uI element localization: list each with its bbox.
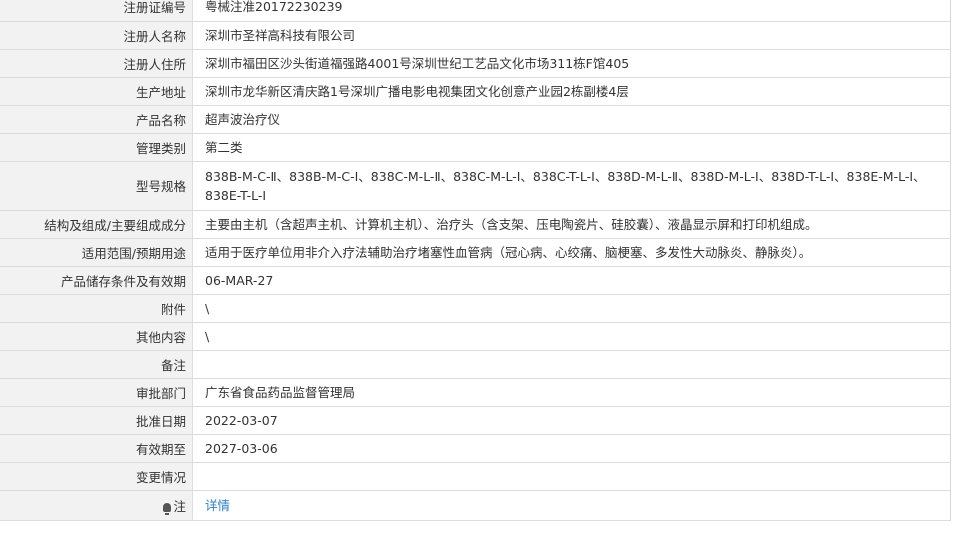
row-label: 变更情况: [0, 462, 193, 491]
row-value: 广东省食品药品监督管理局: [192, 378, 950, 407]
row-value: 详情: [192, 490, 950, 521]
row-label: 附件: [0, 294, 193, 323]
registration-info-panel: 注册证编号 粤械注准20172230239 注册人名称 深圳市圣祥高科技有限公司…: [0, 0, 951, 521]
row-label: 管理类别: [0, 133, 193, 162]
row-label: 注册人名称: [0, 21, 193, 50]
row-value: 深圳市福田区沙头街道福强路4001号深圳世纪工艺品文化市场311栋F馆405: [192, 49, 950, 78]
row-value: 2027-03-06: [192, 434, 950, 463]
row-label: 注册证编号: [0, 0, 193, 22]
row-value: 适用于医疗单位用非介入疗法辅助治疗堵塞性血管病（冠心病、心绞痛、脑梗塞、多发性大…: [192, 238, 950, 267]
row-product-name: 产品名称 超声波治疗仪: [0, 105, 950, 134]
row-label: 型号规格: [0, 161, 193, 211]
row-label: 批准日期: [0, 406, 193, 435]
row-approval-department: 审批部门 广东省食品药品监督管理局: [0, 378, 950, 407]
row-management-category: 管理类别 第二类: [0, 133, 950, 162]
row-value: 06-MAR-27: [192, 266, 950, 295]
row-change-status: 变更情况: [0, 462, 950, 491]
row-registrant-address: 注册人住所 深圳市福田区沙头街道福强路4001号深圳世纪工艺品文化市场311栋F…: [0, 49, 950, 78]
row-remarks: 备注: [0, 350, 950, 379]
row-production-address: 生产地址 深圳市龙华新区清庆路1号深圳广播电影电视集团文化创意产业园2栋副楼4层: [0, 77, 950, 106]
row-value: \: [192, 294, 950, 323]
row-approval-date: 批准日期 2022-03-07: [0, 406, 950, 435]
row-intended-use: 适用范围/预期用途 适用于医疗单位用非介入疗法辅助治疗堵塞性血管病（冠心病、心绞…: [0, 238, 950, 267]
details-link[interactable]: 详情: [205, 498, 230, 513]
row-value: 主要由主机（含超声主机、计算机主机）、治疗头（含支架、压电陶瓷片、硅胶囊）、液晶…: [192, 210, 950, 239]
row-value: 2022-03-07: [192, 406, 950, 435]
row-label: 生产地址: [0, 77, 193, 106]
row-other-content: 其他内容 \: [0, 322, 950, 351]
row-label: 有效期至: [0, 434, 193, 463]
row-label: 备注: [0, 350, 193, 379]
lightbulb-icon: [163, 502, 172, 515]
row-value: 838B-M-C-Ⅱ、838B-M-C-Ⅰ、838C-M-L-Ⅱ、838C-M-…: [192, 161, 950, 211]
row-label: 其他内容: [0, 322, 193, 351]
row-label: 注: [0, 490, 193, 521]
row-value: 深圳市龙华新区清庆路1号深圳广播电影电视集团文化创意产业园2栋副楼4层: [192, 77, 950, 106]
row-model-spec: 型号规格 838B-M-C-Ⅱ、838B-M-C-Ⅰ、838C-M-L-Ⅱ、83…: [0, 161, 950, 211]
row-registration-number: 注册证编号 粤械注准20172230239: [0, 0, 950, 22]
row-value: 深圳市圣祥高科技有限公司: [192, 21, 950, 50]
note-label: 注: [173, 498, 186, 514]
row-value: 超声波治疗仪: [192, 105, 950, 134]
row-label: 注册人住所: [0, 49, 193, 78]
row-value: [192, 462, 950, 491]
row-registrant-name: 注册人名称 深圳市圣祥高科技有限公司: [0, 21, 950, 50]
row-label: 产品储存条件及有效期: [0, 266, 193, 295]
row-value: [192, 350, 950, 379]
row-structure-composition: 结构及组成/主要组成成分 主要由主机（含超声主机、计算机主机）、治疗头（含支架、…: [0, 210, 950, 239]
row-valid-until: 有效期至 2027-03-06: [0, 434, 950, 463]
row-note: 注 详情: [0, 490, 950, 521]
row-value: 粤械注准20172230239: [192, 0, 950, 22]
row-label: 结构及组成/主要组成成分: [0, 210, 193, 239]
row-attachment: 附件 \: [0, 294, 950, 323]
row-value: 第二类: [192, 133, 950, 162]
registration-info-table: 注册证编号 粤械注准20172230239 注册人名称 深圳市圣祥高科技有限公司…: [0, 0, 950, 521]
row-label: 审批部门: [0, 378, 193, 407]
row-value: \: [192, 322, 950, 351]
row-label: 产品名称: [0, 105, 193, 134]
row-label: 适用范围/预期用途: [0, 238, 193, 267]
row-storage-validity: 产品储存条件及有效期 06-MAR-27: [0, 266, 950, 295]
